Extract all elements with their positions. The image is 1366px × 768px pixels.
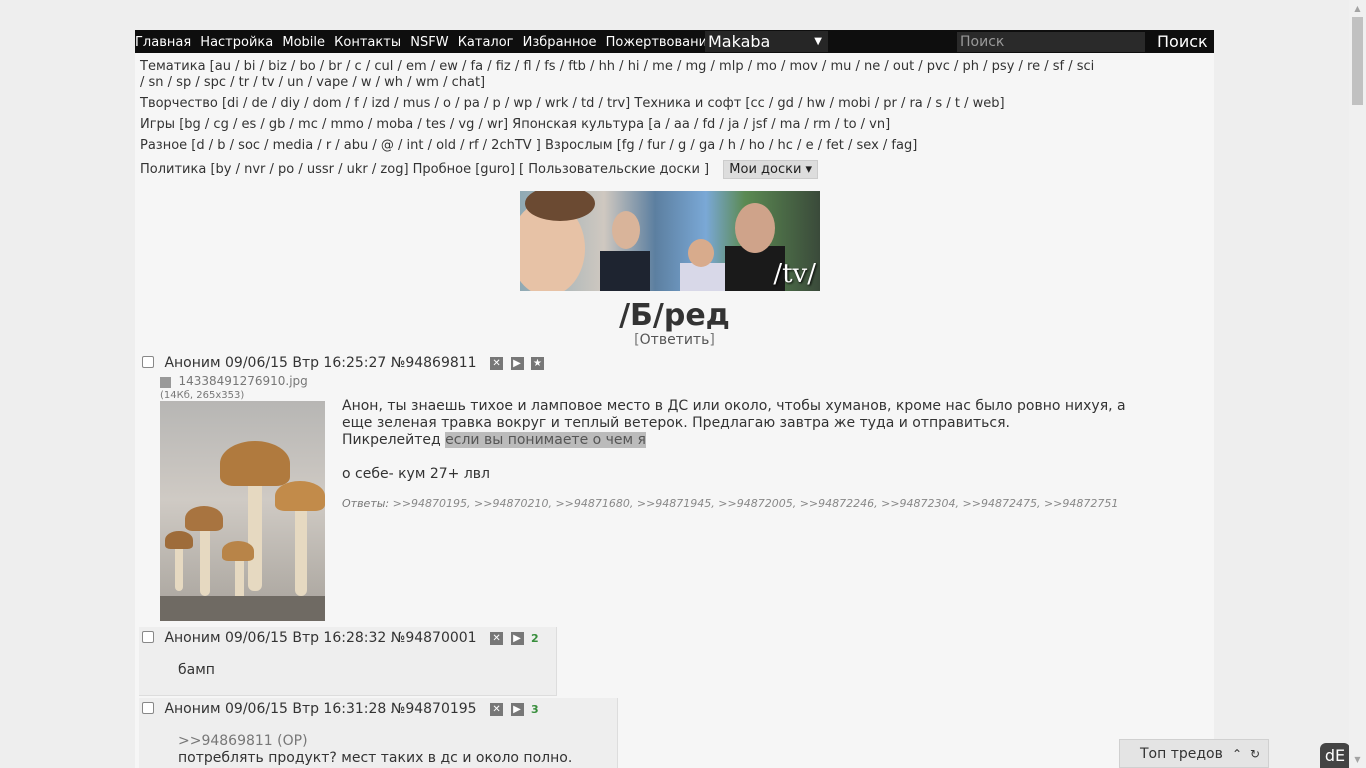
reply-link-wrap: [Ответить]	[135, 332, 1214, 348]
file-size: (14Кб, 265x353)	[160, 390, 245, 401]
bracket-close: ]	[709, 332, 715, 348]
op-line-3-prefix: Пикрелейтед	[342, 432, 446, 448]
scrollbar[interactable]: ▲ ▼	[1349, 0, 1366, 768]
op-line-4: о себе- кум 27+ лвл	[342, 466, 490, 482]
board-row-5[interactable]: Разное [d / b / soc / media / r / abu / …	[140, 138, 917, 155]
banner-face-3	[688, 239, 714, 267]
banner-figure-3	[680, 263, 726, 291]
mushroom-cap-5	[165, 531, 193, 549]
board-banner[interactable]: /tv/	[520, 191, 820, 291]
op-line-3: Пикрелейтед если вы понимаете о чем я	[342, 432, 1162, 449]
board-title: /Б/ред	[619, 298, 730, 333]
file-name[interactable]: 14338491276910.jpg	[179, 374, 308, 388]
expand-icon[interactable]: ⌃	[1232, 740, 1242, 768]
search-button[interactable]: Поиск	[1150, 30, 1214, 53]
hide-icon[interactable]: ✕	[490, 702, 504, 716]
reply-links[interactable]: >>94870195, >>94870210, >>94871680, >>94…	[393, 497, 1119, 510]
reply-post-1-checkbox[interactable]	[142, 631, 154, 643]
quote-link[interactable]: >>94869811 (OP)	[178, 733, 572, 750]
board-row-6-text[interactable]: Политика [by / nvr / po / ussr / ukr / z…	[140, 162, 709, 177]
page: Главная Настройка Mobile Контакты NSFW К…	[135, 30, 1214, 768]
hide-icon[interactable]: ✕	[490, 631, 504, 645]
nav-link-catalog[interactable]: Каталог	[458, 35, 514, 50]
top-navbar: Главная Настройка Mobile Контакты NSFW К…	[135, 30, 1214, 53]
thumb-ground	[160, 596, 325, 621]
reply-post-2-meta[interactable]: Аноним 09/06/15 Втр 16:31:28 №94870195	[164, 701, 476, 717]
play-icon[interactable]: ▶	[510, 702, 524, 716]
replies-label: Ответы:	[342, 497, 390, 510]
reply-post-2-header: Аноним 09/06/15 Втр 16:31:28 №94870195 ✕…	[142, 701, 539, 717]
search-input[interactable]: Поиск	[957, 32, 1145, 52]
op-blank-line	[342, 449, 1162, 466]
mushroom-cap-2	[275, 481, 325, 511]
reply-post-1: Аноним 09/06/15 Втр 16:28:32 №94870001 ✕…	[139, 627, 557, 696]
board-row-2[interactable]: / sn / sp / spc / tr / tv / un / vape / …	[140, 75, 485, 92]
mushroom-stem-1	[248, 471, 262, 591]
op-thumbnail[interactable]	[160, 401, 325, 621]
my-boards-button[interactable]: Мои доски ▾	[723, 160, 819, 179]
reply-post-2-checkbox[interactable]	[142, 702, 154, 714]
reply-post-2-body: >>94869811 (OP) потреблять продукт? мест…	[178, 733, 572, 767]
banner-face-4	[735, 203, 775, 253]
op-line-2: еще зеленая травка вокруг и теплый ветер…	[342, 415, 1010, 431]
board-row-6: Политика [by / nvr / po / ussr / ukr / z…	[140, 160, 819, 179]
file-icon	[160, 376, 171, 388]
op-post-checkbox[interactable]	[142, 356, 154, 368]
nav-link-nsfw[interactable]: NSFW	[410, 35, 448, 50]
op-post-body: Анон, ты знаешь тихое и ламповое место в…	[342, 398, 1162, 483]
mushroom-stem-3	[200, 521, 210, 596]
play-icon[interactable]: ▶	[510, 356, 524, 370]
reply-link[interactable]: Ответить	[640, 332, 710, 348]
board-row-3[interactable]: Творчество [di / de / diy / dom / f / iz…	[140, 96, 1005, 113]
nav-link-settings[interactable]: Настройка	[200, 35, 273, 50]
reply-post-2: Аноним 09/06/15 Втр 16:31:28 №94870195 ✕…	[139, 698, 618, 768]
scroll-up-icon[interactable]: ▲	[1349, 0, 1366, 17]
board-row-4[interactable]: Игры [bg / cg / es / gb / mc / mmo / mob…	[140, 117, 890, 134]
post-number-badge: 3	[530, 702, 539, 716]
top-links: Главная Настройка Mobile Контакты NSFW К…	[135, 35, 720, 50]
nav-link-favorites[interactable]: Избранное	[523, 35, 597, 50]
scroll-down-icon[interactable]: ▼	[1349, 751, 1366, 768]
top-threads-panel[interactable]: Топ тредов ⌃ ↻	[1119, 739, 1269, 768]
reply-post-1-header: Аноним 09/06/15 Втр 16:28:32 №94870001 ✕…	[142, 630, 539, 646]
dropdown-arrow-icon: ▼	[814, 36, 822, 47]
dollchan-logo-icon[interactable]: dE	[1320, 743, 1350, 768]
board-row-1[interactable]: Тематика [au / bi / biz / bo / br / c / …	[140, 59, 1094, 76]
op-file-info: 14338491276910.jpg (14Кб, 265x353)	[160, 374, 308, 401]
mushroom-cap-1	[220, 441, 290, 486]
op-line-1: Анон, ты знаешь тихое и ламповое место в…	[342, 398, 1126, 414]
star-icon[interactable]: ★	[530, 356, 544, 370]
mushroom-stem-2	[295, 496, 307, 596]
nav-link-donate[interactable]: Пожертвования	[606, 35, 715, 50]
reply-post-1-meta[interactable]: Аноним 09/06/15 Втр 16:28:32 №94870001	[164, 630, 476, 646]
nav-link-mobile[interactable]: Mobile	[282, 35, 325, 50]
mushroom-cap-4	[222, 541, 254, 561]
banner-text: /tv/	[773, 259, 816, 289]
op-post-header: Аноним 09/06/15 Втр 16:25:27 №94869811 ✕…	[142, 355, 544, 371]
spoiler-text[interactable]: если вы понимаете о чем я	[445, 432, 646, 448]
reply-post-1-text: бамп	[178, 662, 215, 678]
play-icon[interactable]: ▶	[510, 631, 524, 645]
op-post-meta[interactable]: Аноним 09/06/15 Втр 16:25:27 №94869811	[164, 355, 476, 371]
scrollbar-thumb[interactable]	[1352, 17, 1363, 105]
refresh-icon[interactable]: ↻	[1250, 740, 1260, 768]
mushroom-cap-3	[185, 506, 223, 531]
top-threads-label: Топ тредов	[1140, 746, 1223, 762]
nav-link-home[interactable]: Главная	[135, 35, 191, 50]
banner-figure-2	[600, 251, 650, 291]
reply-post-2-text: потреблять продукт? мест таких в дс и ок…	[178, 750, 573, 766]
style-select[interactable]: Makaba ▼	[705, 31, 828, 52]
banner-face-2	[612, 211, 640, 249]
hide-icon[interactable]: ✕	[490, 356, 504, 370]
nav-link-contacts[interactable]: Контакты	[334, 35, 401, 50]
op-replies: Ответы: >>94870195, >>94870210, >>948716…	[342, 497, 1118, 510]
style-select-value: Makaba	[708, 32, 771, 51]
post-number-badge: 2	[530, 631, 539, 645]
